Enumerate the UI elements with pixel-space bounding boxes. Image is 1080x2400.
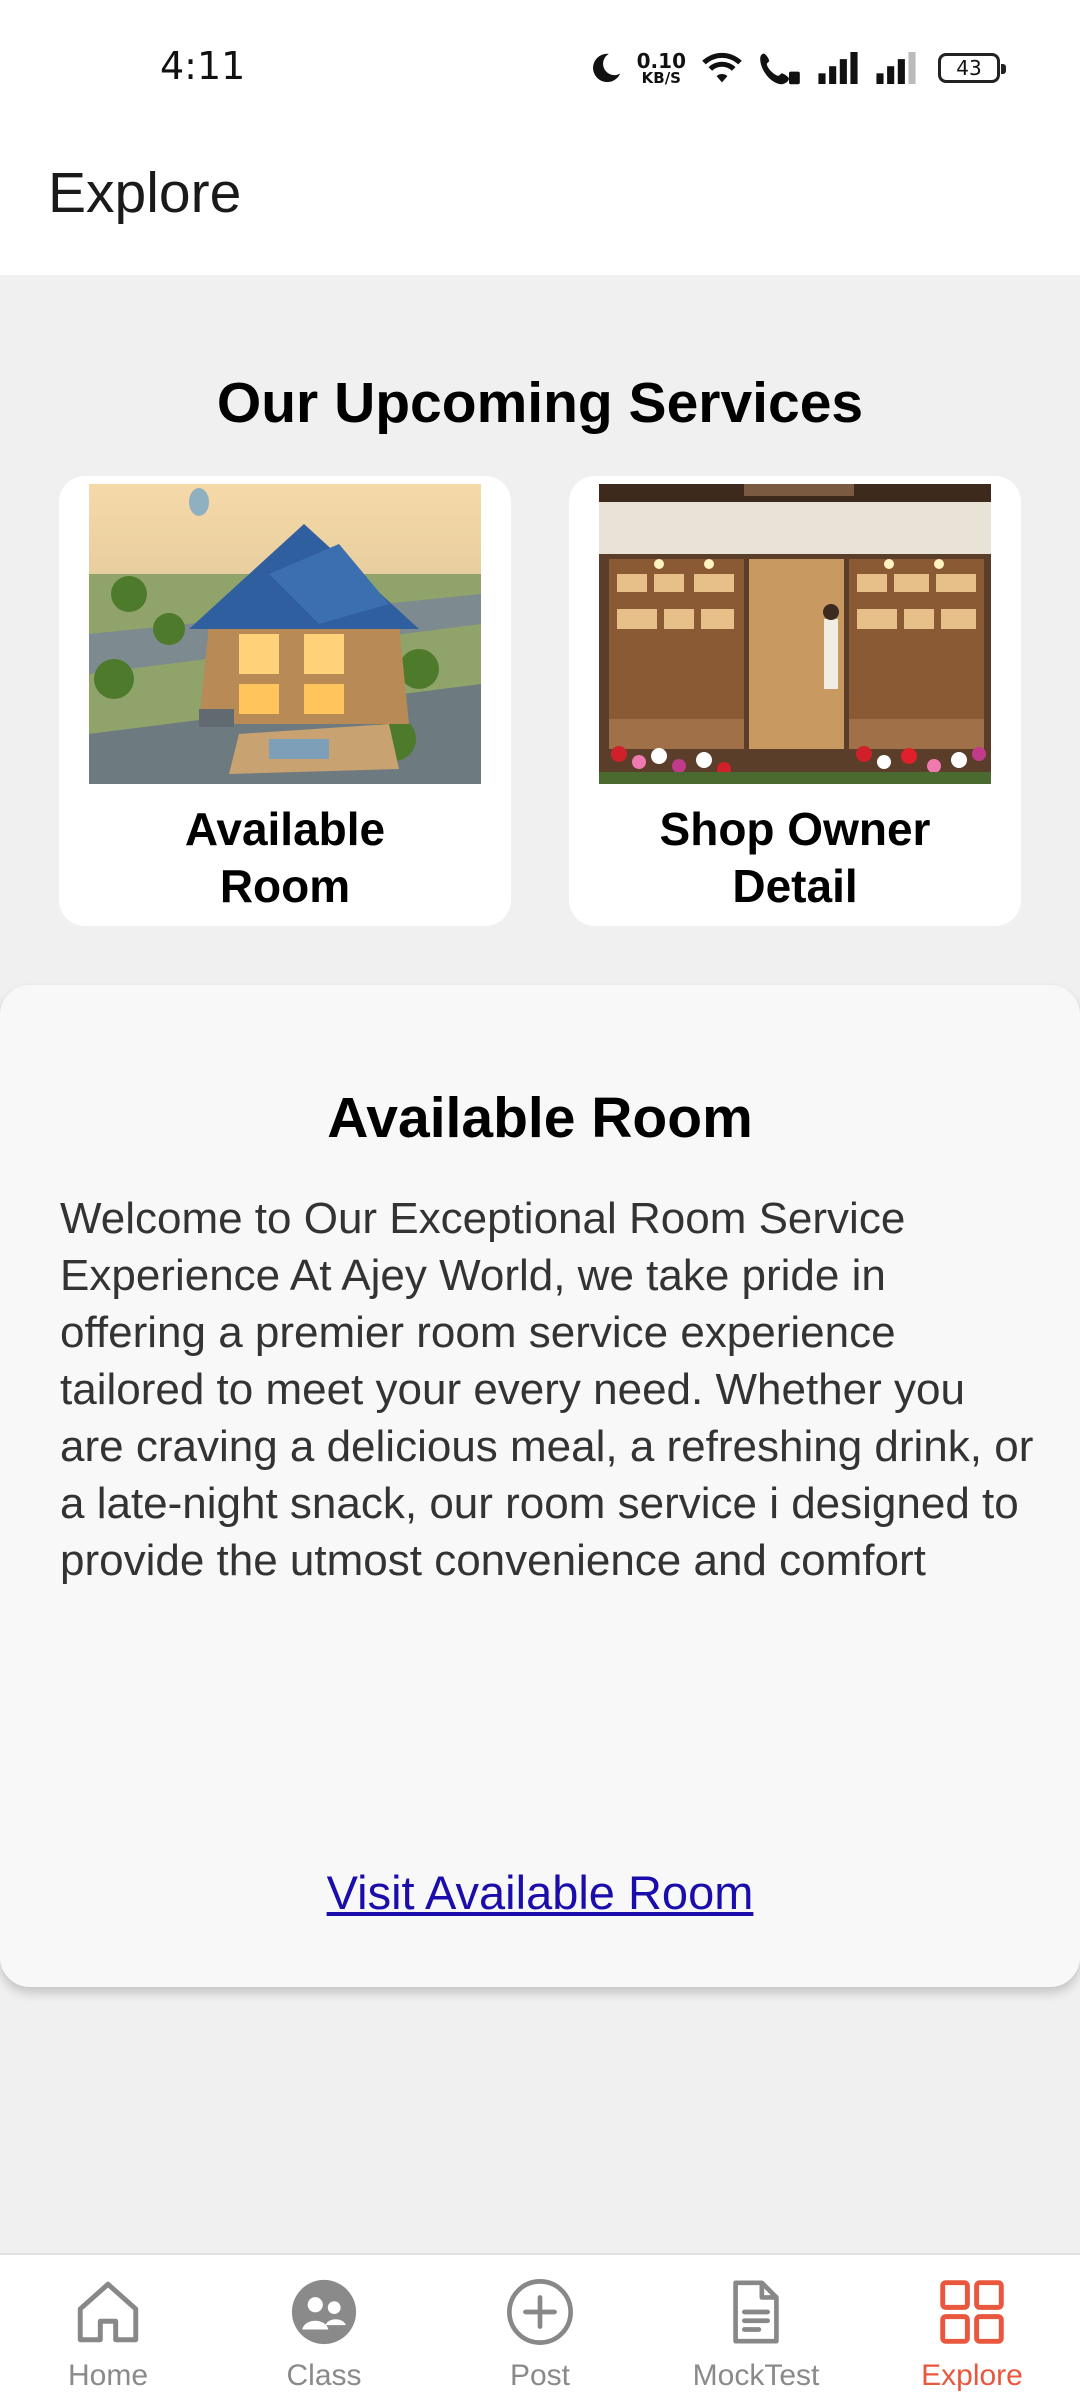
service-card-shop-owner-detail[interactable]: Shop Owner Detail: [569, 476, 1021, 926]
page-title: Explore: [48, 161, 242, 225]
wifi-call-icon: [758, 50, 802, 86]
detail-title: Available Room: [327, 1086, 753, 1150]
visit-available-room-link[interactable]: Visit Available Room: [0, 1865, 1080, 1920]
signal-icon-sim1: [816, 52, 860, 84]
signal-icon-sim2: [874, 52, 918, 84]
status-time: 4:11: [160, 44, 246, 88]
bottom-nav: Home Class Post MockTest Explore: [0, 2253, 1080, 2400]
moon-icon: [589, 51, 623, 85]
wifi-icon: [700, 50, 744, 86]
home-icon: [69, 2273, 147, 2351]
explore-screen: 4:11 0.10 KB/S 43 Explore Our Upcoming S…: [0, 0, 1080, 2400]
service-card-label-line1: Available: [184, 803, 386, 855]
service-card-available-room[interactable]: Available Room: [59, 476, 511, 926]
nav-item-mocktest[interactable]: MockTest: [648, 2255, 864, 2400]
grid-icon: [933, 2273, 1011, 2351]
shop-storefront-illustration: [599, 484, 991, 784]
service-card-label-line2: Detail: [732, 860, 858, 912]
nav-label-class: Class: [286, 2359, 362, 2392]
battery-icon: 43: [938, 53, 1006, 83]
network-speed-value: 0.10: [636, 48, 686, 73]
service-card-label-line1: Shop Owner: [659, 803, 931, 855]
nav-item-explore[interactable]: Explore: [864, 2255, 1080, 2400]
detail-panel: Available Room Welcome to Our Exceptiona…: [0, 985, 1080, 1987]
battery-level: 43: [956, 56, 982, 80]
class-icon: [285, 2273, 363, 2351]
status-bar: 4:11 0.10 KB/S 43: [0, 0, 1080, 138]
nav-label-explore: Explore: [921, 2359, 1023, 2392]
nav-item-post[interactable]: Post: [432, 2255, 648, 2400]
service-card-label-line2: Room: [219, 860, 351, 912]
nav-item-class[interactable]: Class: [216, 2255, 432, 2400]
status-icons: 0.10 KB/S 43: [589, 44, 1006, 92]
plus-circle-icon: [501, 2273, 579, 2351]
document-icon: [717, 2273, 795, 2351]
service-card-label: Shop Owner Detail: [569, 801, 1021, 915]
network-speed: 0.10 KB/S: [637, 51, 686, 86]
nav-label-mocktest: MockTest: [692, 2359, 820, 2392]
nav-label-home: Home: [67, 2359, 149, 2392]
nav-item-home[interactable]: Home: [0, 2255, 216, 2400]
detail-description: Welcome to Our Exceptional Room Service …: [60, 1194, 1034, 1585]
services-title: Our Upcoming Services: [216, 371, 864, 435]
service-card-label: Available Room: [59, 801, 511, 915]
house-illustration: [89, 484, 481, 784]
app-header: Explore: [0, 138, 1080, 275]
network-speed-unit: KB/S: [641, 68, 681, 87]
nav-label-post: Post: [509, 2359, 571, 2392]
